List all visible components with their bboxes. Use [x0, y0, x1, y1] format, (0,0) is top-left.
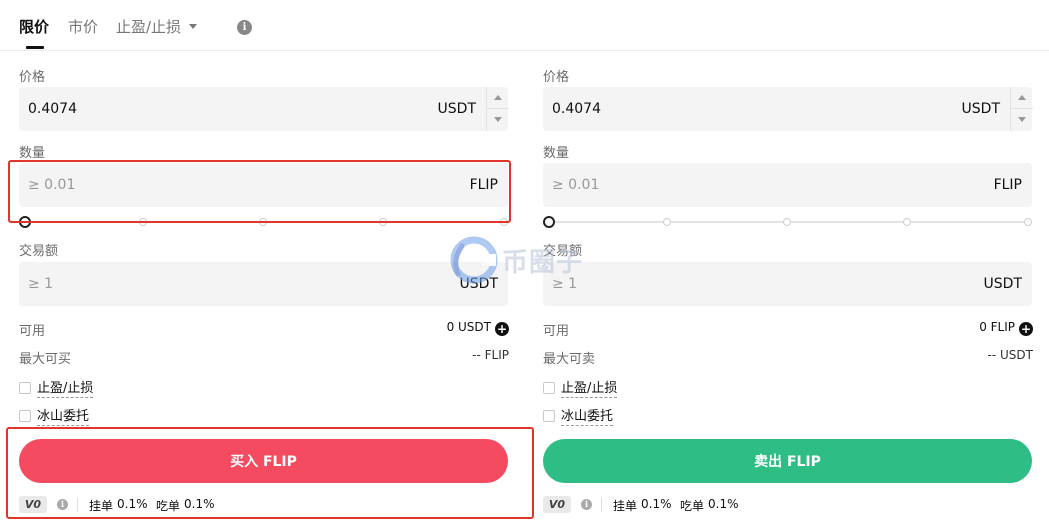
increment-arrow-icon[interactable] [1011, 87, 1033, 109]
taker-fee-label: 吃单 [680, 499, 705, 513]
buy-button[interactable]: 买入 FLIP [19, 439, 508, 483]
buy-amount-label: 数量 [19, 146, 46, 161]
add-funds-plus-icon[interactable]: + [495, 322, 509, 336]
buy-total-input[interactable] [28, 262, 408, 306]
slider-mark-25[interactable] [663, 218, 671, 226]
buy-price-input[interactable] [28, 87, 408, 131]
maker-fee-label: 挂单 [89, 499, 114, 513]
buy-total-label: 交易额 [19, 244, 59, 259]
increment-arrow-icon[interactable] [487, 87, 509, 109]
vip-level-badge: V0 [19, 496, 47, 513]
sell-iceberg-label: 冰山委托 [561, 409, 614, 426]
sell-available-label: 可用 [543, 324, 570, 339]
buy-price-stepper [486, 87, 509, 131]
buy-total-field: USDT [19, 262, 508, 306]
sell-price-label: 价格 [543, 70, 570, 85]
sell-amount-slider[interactable] [543, 216, 1032, 228]
sell-max-value: -- USDT [987, 348, 1033, 362]
vip-level-badge: V0 [543, 496, 571, 513]
buy-tp-sl-label: 止盈/止损 [37, 381, 94, 398]
sell-amount-label: 数量 [543, 146, 570, 161]
sell-total-unit: USDT [983, 276, 1022, 292]
fee-info-icon[interactable]: i [581, 499, 592, 510]
sell-total-field: USDT [543, 262, 1032, 306]
sell-tp-sl-checkbox[interactable] [543, 382, 555, 394]
buy-price-field: USDT [19, 87, 509, 131]
buy-amount-unit: FLIP [469, 177, 498, 193]
sell-panel: 价格 USDT 数量 FLIP 交易额 USDT 可用 0 FLIP + 最大可卖… [543, 0, 1033, 522]
buy-available-label: 可用 [19, 324, 46, 339]
divider [601, 498, 602, 512]
sell-available-value: 0 FLIP [979, 320, 1015, 334]
buy-iceberg-label: 冰山委托 [37, 409, 90, 426]
buy-panel: 价格 USDT 数量 FLIP 交易额 USDT 可用 0 USDT + 最大可买… [19, 0, 509, 522]
sell-tp-sl-label: 止盈/止损 [561, 381, 618, 398]
sell-amount-input[interactable] [552, 163, 932, 207]
sell-price-input[interactable] [552, 87, 932, 131]
sell-amount-unit: FLIP [993, 177, 1022, 193]
fee-info-icon[interactable]: i [57, 499, 68, 510]
buy-price-label: 价格 [19, 70, 46, 85]
buy-amount-input[interactable] [28, 163, 408, 207]
buy-tp-sl-checkbox[interactable] [19, 382, 31, 394]
sell-available-value-row: 0 FLIP + [979, 320, 1033, 336]
sell-price-stepper [1010, 87, 1033, 131]
slider-handle[interactable] [543, 216, 555, 228]
decrement-arrow-icon[interactable] [1011, 109, 1033, 131]
slider-handle[interactable] [19, 216, 31, 228]
slider-mark-75[interactable] [379, 218, 387, 226]
sell-max-label: 最大可卖 [543, 352, 596, 367]
buy-max-label: 最大可买 [19, 352, 72, 367]
buy-iceberg-checkbox[interactable] [19, 410, 31, 422]
divider [77, 498, 78, 512]
taker-fee-value: 0.1% [184, 497, 215, 511]
maker-fee-value: 0.1% [641, 497, 672, 511]
slider-mark-100[interactable] [1024, 218, 1032, 226]
sell-price-field: USDT [543, 87, 1033, 131]
sell-total-input[interactable] [552, 262, 932, 306]
sell-button[interactable]: 卖出 FLIP [543, 439, 1032, 483]
taker-fee-value: 0.1% [708, 497, 739, 511]
slider-mark-75[interactable] [903, 218, 911, 226]
maker-fee-value: 0.1% [117, 497, 148, 511]
slider-mark-50[interactable] [259, 218, 267, 226]
add-funds-plus-icon[interactable]: + [1019, 322, 1033, 336]
maker-fee-label: 挂单 [613, 499, 638, 513]
buy-available-value-row: 0 USDT + [447, 320, 509, 336]
buy-amount-field: FLIP [19, 163, 508, 207]
sell-amount-field: FLIP [543, 163, 1032, 207]
slider-mark-50[interactable] [783, 218, 791, 226]
buy-max-value: -- FLIP [472, 348, 509, 362]
slider-mark-100[interactable] [500, 218, 508, 226]
buy-total-unit: USDT [459, 276, 498, 292]
sell-total-label: 交易额 [543, 244, 583, 259]
buy-price-unit: USDT [437, 101, 476, 117]
buy-available-value: 0 USDT [446, 320, 491, 334]
buy-amount-slider[interactable] [19, 216, 508, 228]
sell-price-unit: USDT [961, 101, 1000, 117]
taker-fee-label: 吃单 [156, 499, 181, 513]
sell-iceberg-checkbox[interactable] [543, 410, 555, 422]
decrement-arrow-icon[interactable] [487, 109, 509, 131]
slider-mark-25[interactable] [139, 218, 147, 226]
